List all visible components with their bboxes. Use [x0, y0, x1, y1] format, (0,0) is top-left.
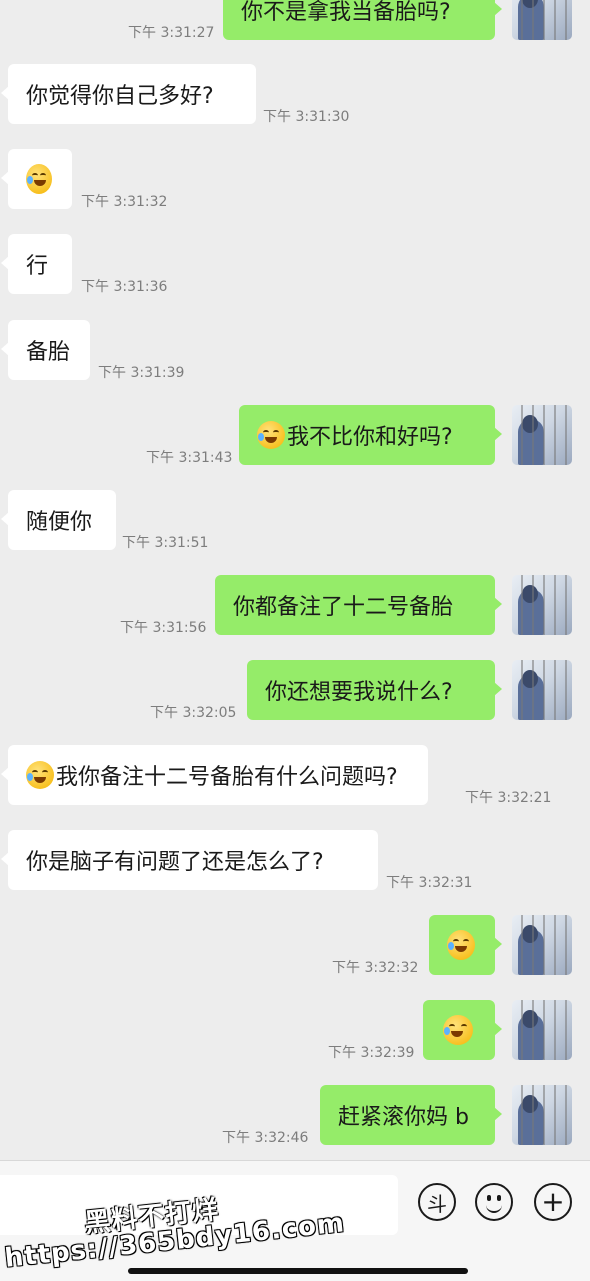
message-bubble[interactable]: 行 — [1, 234, 72, 294]
tears-of-joy-icon — [26, 164, 52, 194]
message-timestamp: 下午 3:32:05 — [150, 705, 237, 721]
message-row-incoming: 我你备注十二号备胎有什么问题吗? 下午 3:32:21 — [0, 745, 590, 825]
message-timestamp: 下午 3:31:36 — [81, 279, 168, 295]
message-row-incoming: 你觉得你自己多好? 下午 3:31:30 — [0, 64, 590, 144]
message-text: 你还想要我说什么? — [265, 680, 453, 705]
message-row-incoming: 随便你下午 3:31:51 — [0, 490, 590, 570]
message-bubble[interactable] — [429, 915, 502, 975]
message-bubble[interactable]: 备胎 — [1, 320, 90, 380]
message-row-outgoing: 赶紧滚你妈 b 下午 3:32:46 — [0, 1085, 590, 1160]
smile-icon — [477, 1185, 511, 1219]
message-timestamp: 下午 3:32:39 — [328, 1045, 415, 1061]
message-bubble[interactable]: 你不是拿我当备胎吗? — [223, 0, 502, 40]
message-timestamp: 下午 3:31:27 — [128, 25, 215, 41]
message-row-incoming: 备胎下午 3:31:39 — [0, 320, 590, 400]
message-timestamp: 下午 3:31:56 — [120, 620, 207, 636]
message-timestamp: 下午 3:31:39 — [98, 365, 185, 381]
avatar[interactable] — [512, 405, 572, 465]
message-text: 备胎 — [26, 340, 71, 365]
message-row-outgoing: 你都备注了十二号备胎下午 3:31:56 — [0, 575, 590, 655]
message-row-outgoing: 下午 3:32:32 — [0, 915, 590, 995]
message-row-outgoing: 你不是拿我当备胎吗? 下午 3:31:27 — [0, 0, 590, 60]
message-bubble[interactable]: 随便你 — [1, 490, 116, 550]
message-bubble[interactable]: 我不比你和好吗? — [239, 405, 502, 465]
message-timestamp: 下午 3:32:46 — [222, 1130, 309, 1146]
message-timestamp: 下午 3:31:32 — [81, 194, 168, 210]
more-button[interactable]: + — [534, 1183, 572, 1221]
tears-of-joy-icon — [443, 1015, 473, 1045]
tears-of-joy-icon — [26, 761, 54, 789]
message-text: 我不比你和好吗? — [287, 425, 453, 450]
message-row-outgoing: 下午 3:32:39 — [0, 1000, 590, 1080]
message-text: 随便你 — [26, 510, 93, 535]
emoji-button[interactable] — [475, 1183, 513, 1221]
message-row-incoming: 你是脑子有问题了还是怎么了? 下午 3:32:31 — [0, 830, 590, 910]
message-bubble[interactable]: 你觉得你自己多好? — [1, 64, 256, 124]
message-bubble[interactable]: 你是脑子有问题了还是怎么了? — [1, 830, 378, 890]
message-text: 你觉得你自己多好? — [26, 84, 214, 109]
avatar[interactable] — [512, 660, 572, 720]
message-text: 行 — [26, 254, 49, 279]
message-timestamp: 下午 3:32:31 — [386, 875, 473, 891]
message-bubble[interactable]: 你还想要我说什么? — [247, 660, 502, 720]
avatar[interactable] — [512, 575, 572, 635]
dou-sticker-button[interactable]: 斗 — [418, 1183, 456, 1221]
message-row-incoming: 下午 3:31:32 — [0, 149, 590, 229]
message-bubble[interactable]: 我你备注十二号备胎有什么问题吗? — [1, 745, 428, 805]
avatar[interactable] — [512, 1085, 572, 1145]
message-input[interactable] — [0, 1175, 398, 1235]
tears-of-joy-icon — [447, 930, 475, 960]
chat-history[interactable]: 你不是拿我当备胎吗? 下午 3:31:27 你觉得你自己多好? 下午 3:31:30 下… — [0, 0, 590, 1160]
message-timestamp: 下午 3:31:30 — [263, 109, 350, 125]
message-row-incoming: 行下午 3:31:36 — [0, 234, 590, 314]
message-bubble[interactable] — [423, 1000, 502, 1060]
message-timestamp: 下午 3:32:21 — [465, 790, 552, 806]
message-row-outgoing: 我不比你和好吗? 下午 3:31:43 — [0, 405, 590, 485]
message-timestamp: 下午 3:32:32 — [332, 960, 419, 976]
avatar[interactable] — [512, 1000, 572, 1060]
message-row-outgoing: 你还想要我说什么? 下午 3:32:05 — [0, 660, 590, 740]
tears-of-joy-icon — [257, 421, 285, 449]
dou-label: 斗 — [427, 1191, 447, 1216]
avatar[interactable] — [512, 0, 572, 40]
message-text: 赶紧滚你妈 b — [338, 1105, 469, 1130]
message-text: 我你备注十二号备胎有什么问题吗? — [56, 765, 398, 790]
message-bubble[interactable]: 赶紧滚你妈 b — [320, 1085, 502, 1145]
message-bubble[interactable]: 你都备注了十二号备胎 — [215, 575, 502, 635]
input-bar: 斗 + — [0, 1160, 590, 1281]
plus-icon: + — [541, 1185, 565, 1218]
message-text: 你不是拿我当备胎吗? — [241, 0, 451, 25]
home-indicator — [128, 1268, 468, 1274]
avatar[interactable] — [512, 915, 572, 975]
message-timestamp: 下午 3:31:51 — [122, 535, 209, 551]
message-timestamp: 下午 3:31:43 — [146, 450, 233, 466]
message-text: 你是脑子有问题了还是怎么了? — [26, 850, 324, 875]
message-text: 你都备注了十二号备胎 — [233, 595, 454, 620]
message-bubble[interactable] — [1, 149, 72, 209]
